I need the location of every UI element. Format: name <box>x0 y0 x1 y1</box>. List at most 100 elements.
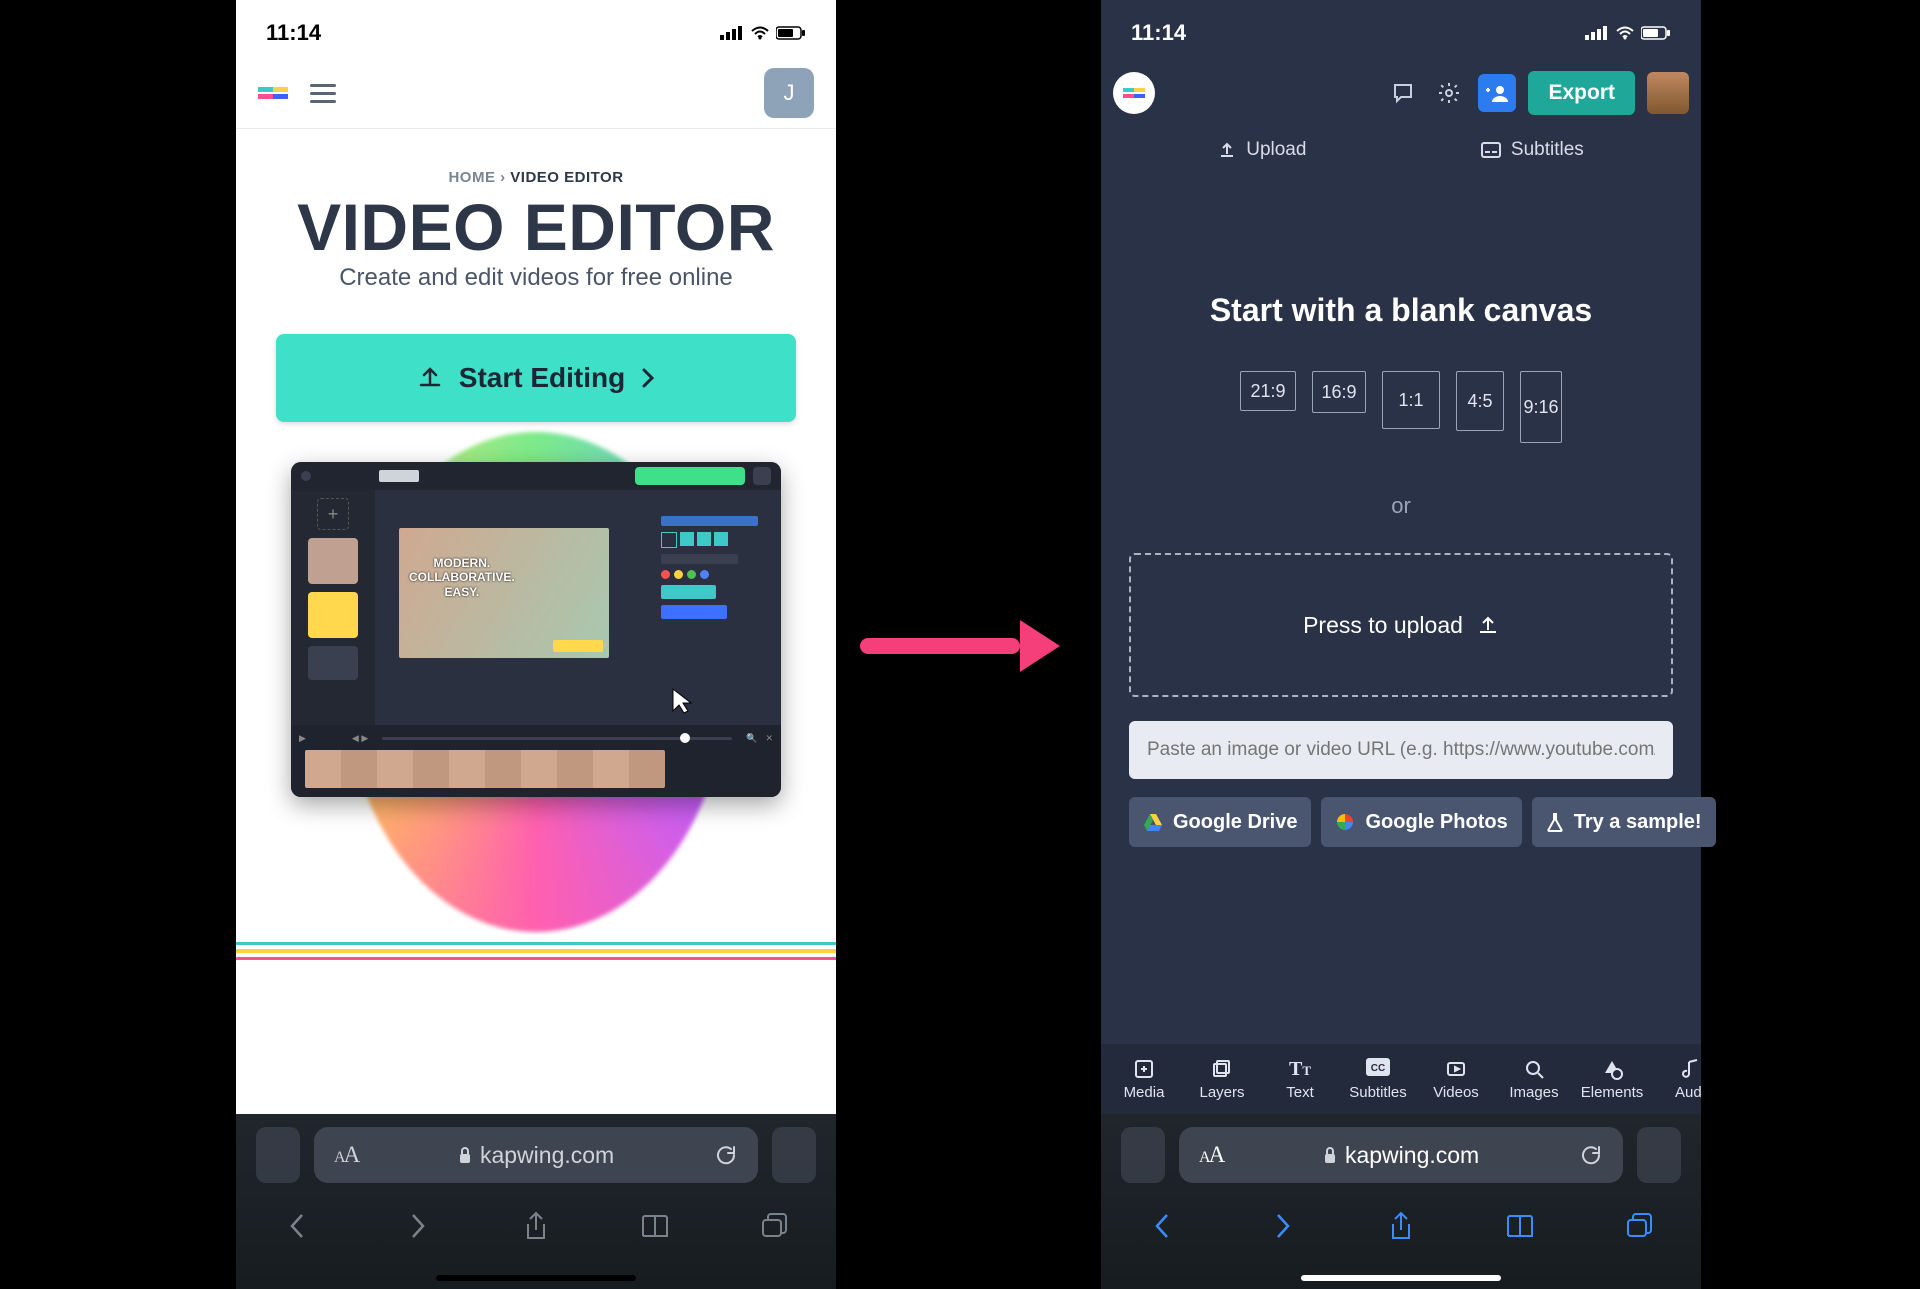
ratio-16-9[interactable]: 16:9 <box>1312 371 1366 413</box>
cellular-icon <box>1585 26 1609 40</box>
preview-line-1: MODERN. <box>409 556 515 570</box>
prev-tab[interactable] <box>256 1127 300 1183</box>
kapwing-logo[interactable] <box>258 82 288 104</box>
export-button[interactable]: Export <box>1528 71 1635 115</box>
reload-icon[interactable] <box>714 1143 738 1167</box>
battery-icon <box>776 26 806 40</box>
ratio-21-9[interactable]: 21:9 <box>1240 371 1296 411</box>
try-sample-button[interactable]: Try a sample! <box>1532 797 1716 847</box>
bookmarks-button[interactable] <box>1490 1204 1550 1248</box>
status-icons <box>720 26 806 40</box>
kapwing-logo[interactable] <box>1113 72 1155 114</box>
cursor-icon <box>671 687 693 715</box>
share-button[interactable] <box>1371 1204 1431 1248</box>
address-bar[interactable]: AA kapwing.com <box>314 1127 758 1183</box>
editor-preview: + MODERN. COLLABORATIVE. EASY. <box>266 462 806 902</box>
user-avatar[interactable]: J <box>764 68 814 118</box>
ratio-9-16[interactable]: 9:16 <box>1520 371 1562 443</box>
wifi-icon <box>750 26 770 40</box>
next-tab[interactable] <box>772 1127 816 1183</box>
layers-icon <box>1211 1058 1233 1080</box>
prev-tab[interactable] <box>1121 1127 1165 1183</box>
url-input[interactable] <box>1129 721 1673 779</box>
tool-audio[interactable]: Audi <box>1651 1058 1701 1101</box>
app-header: J <box>236 58 836 129</box>
breadcrumb-current: VIDEO EDITOR <box>510 169 623 186</box>
tool-layers[interactable]: Layers <box>1183 1058 1261 1101</box>
drive-icon <box>1143 813 1163 831</box>
flow-arrow <box>860 620 1060 670</box>
upload-icon <box>1477 614 1499 636</box>
ratio-1-1[interactable]: 1:1 <box>1382 371 1440 429</box>
url-display: kapwing.com <box>1237 1142 1565 1169</box>
tabs-button[interactable] <box>1609 1204 1669 1248</box>
search-icon <box>1523 1058 1545 1080</box>
tool-subtitles[interactable]: CCSubtitles <box>1339 1058 1417 1101</box>
upload-dropzone[interactable]: Press to upload <box>1129 553 1673 697</box>
chevron-right-icon: › <box>500 169 510 186</box>
breadcrumb-home[interactable]: HOME <box>448 169 495 186</box>
tab-upload[interactable]: Upload <box>1218 139 1306 161</box>
phone-right: 11:14 Export Upload Subtitle <box>1101 0 1701 1289</box>
start-editing-button[interactable]: Start Editing <box>276 334 796 422</box>
clock: 11:14 <box>266 20 321 46</box>
clock: 11:14 <box>1131 20 1186 46</box>
svg-text:CC: CC <box>1371 1063 1385 1074</box>
photos-icon <box>1335 812 1355 832</box>
page-subtitle: Create and edit videos for free online <box>256 264 816 292</box>
status-bar: 11:14 <box>236 0 836 58</box>
lock-icon <box>1323 1146 1337 1164</box>
chevron-right-icon <box>641 367 655 389</box>
upload-icon <box>417 365 443 391</box>
share-button[interactable] <box>506 1204 566 1248</box>
address-bar[interactable]: AA kapwing.com <box>1179 1127 1623 1183</box>
lock-icon <box>458 1146 472 1164</box>
safari-chrome: AA kapwing.com <box>236 1114 836 1289</box>
breadcrumb: HOME › VIDEO EDITOR <box>256 169 816 186</box>
user-avatar[interactable] <box>1647 72 1689 114</box>
settings-icon[interactable] <box>1432 76 1466 110</box>
tab-subtitles[interactable]: Subtitles <box>1481 139 1584 161</box>
tool-text[interactable]: TTText <box>1261 1058 1339 1101</box>
upload-icon <box>1218 141 1236 159</box>
reload-icon[interactable] <box>1579 1143 1603 1167</box>
canvas-title: Start with a blank canvas <box>1129 292 1673 329</box>
ratio-4-5[interactable]: 4:5 <box>1456 371 1504 431</box>
tool-elements[interactable]: Elements <box>1573 1058 1651 1101</box>
menu-icon[interactable] <box>310 79 336 108</box>
chat-icon[interactable] <box>1386 76 1420 110</box>
tool-videos[interactable]: Videos <box>1417 1058 1495 1101</box>
forward-button[interactable] <box>1252 1204 1312 1248</box>
video-icon <box>1445 1058 1467 1080</box>
subtitles-icon <box>1481 142 1501 158</box>
url-display: kapwing.com <box>372 1142 700 1169</box>
bottom-toolbar: Media Layers TTText CCSubtitles Videos I… <box>1101 1044 1701 1114</box>
text-size-button[interactable]: AA <box>334 1142 358 1168</box>
safari-chrome: AA kapwing.com <box>1101 1114 1701 1289</box>
back-button[interactable] <box>268 1204 328 1248</box>
tabs-button[interactable] <box>744 1204 804 1248</box>
preview-line-2: COLLABORATIVE. <box>409 570 515 584</box>
tool-images[interactable]: Images <box>1495 1058 1573 1101</box>
invite-button[interactable] <box>1478 74 1516 112</box>
music-icon <box>1681 1058 1699 1080</box>
status-bar: 11:14 <box>1101 0 1701 58</box>
text-size-button[interactable]: AA <box>1199 1142 1223 1168</box>
bookmarks-button[interactable] <box>625 1204 685 1248</box>
next-tab[interactable] <box>1637 1127 1681 1183</box>
sub-tabs: Upload Subtitles <box>1101 128 1701 172</box>
google-drive-button[interactable]: Google Drive <box>1129 797 1311 847</box>
cc-icon: CC <box>1366 1058 1390 1080</box>
status-icons <box>1585 26 1671 40</box>
forward-button[interactable] <box>387 1204 447 1248</box>
home-indicator <box>1301 1275 1501 1281</box>
tool-media[interactable]: Media <box>1105 1058 1183 1101</box>
decorative-lines <box>236 942 836 960</box>
aspect-ratios: 21:9 16:9 1:1 4:5 9:16 <box>1129 371 1673 443</box>
battery-icon <box>1641 26 1671 40</box>
preview-line-3: EASY. <box>409 585 515 599</box>
page-title: VIDEO EDITOR <box>256 194 816 260</box>
google-photos-button[interactable]: Google Photos <box>1321 797 1521 847</box>
back-button[interactable] <box>1133 1204 1193 1248</box>
preview-badge <box>553 640 603 652</box>
